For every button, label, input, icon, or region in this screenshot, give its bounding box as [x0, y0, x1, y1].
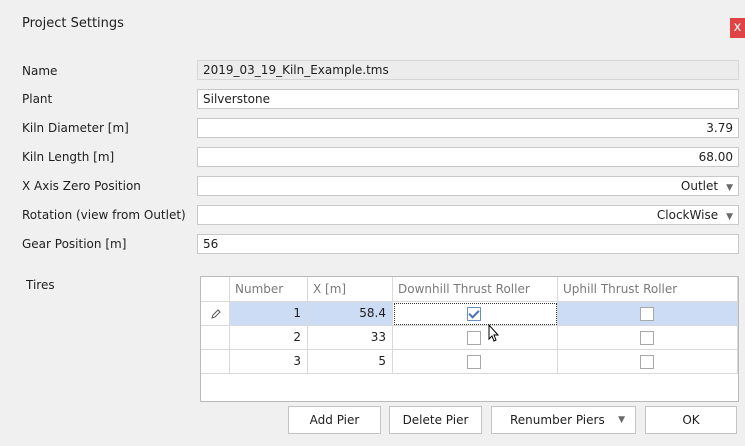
- add-pier-button[interactable]: Add Pier: [288, 406, 381, 434]
- column-header-number[interactable]: Number: [230, 277, 308, 302]
- table-row-2-downhill-cell[interactable]: [393, 326, 558, 350]
- column-header-downhill[interactable]: Downhill Thrust Roller: [393, 277, 558, 302]
- close-button[interactable]: x: [730, 18, 745, 38]
- table-row-3-uphill-cell[interactable]: [558, 350, 738, 374]
- table-row-2-uphill-cell[interactable]: [558, 326, 738, 350]
- uphill-checkbox[interactable]: [640, 307, 654, 321]
- x-axis-zero-value: Outlet: [680, 179, 719, 193]
- downhill-checkbox[interactable]: [467, 355, 481, 369]
- table-row-1-x[interactable]: 58.4: [308, 302, 393, 326]
- x-axis-zero-label: X Axis Zero Position: [22, 179, 141, 193]
- name-field: 2019_03_19_Kiln_Example.tms: [197, 60, 739, 80]
- column-header-x[interactable]: X [m]: [308, 277, 393, 302]
- row-indicator-header: [201, 277, 230, 302]
- table-row-1-downhill-cell[interactable]: [393, 302, 558, 326]
- renumber-piers-button[interactable]: Renumber Piers ▼: [491, 406, 636, 434]
- rotation-value: ClockWise: [656, 208, 719, 222]
- delete-pier-button[interactable]: Delete Pier: [389, 406, 482, 434]
- renumber-piers-label: Renumber Piers: [510, 413, 605, 427]
- row-indicator[interactable]: [201, 350, 230, 374]
- kiln-length-input[interactable]: 68.00: [197, 147, 739, 167]
- table-row-3-number[interactable]: 3: [230, 350, 308, 374]
- table-row-2-number[interactable]: 2: [230, 326, 308, 350]
- mouse-cursor-icon: [488, 324, 500, 342]
- project-settings-dialog: Project Settings x Name 2019_03_19_Kiln_…: [0, 0, 745, 446]
- edit-pencil-icon: [211, 309, 221, 319]
- kiln-diameter-label: Kiln Diameter [m]: [22, 121, 129, 135]
- chevron-down-icon[interactable]: ▼: [618, 407, 625, 433]
- row-indicator[interactable]: [201, 302, 230, 326]
- kiln-diameter-input[interactable]: 3.79: [197, 118, 739, 138]
- uphill-checkbox[interactable]: [640, 331, 654, 345]
- close-icon: x: [733, 20, 742, 35]
- table-row-3-x[interactable]: 5: [308, 350, 393, 374]
- tires-grid: Number X [m] Downhill Thrust Roller Uphi…: [200, 276, 739, 402]
- dropdown-caret-icon[interactable]: ▼: [726, 179, 733, 197]
- dialog-title: Project Settings: [22, 16, 124, 31]
- downhill-checkbox[interactable]: [467, 331, 481, 345]
- uphill-checkbox[interactable]: [640, 355, 654, 369]
- tires-label: Tires: [26, 278, 55, 292]
- name-label: Name: [22, 64, 58, 78]
- checkmark-icon[interactable]: [467, 307, 481, 321]
- table-row-1-uphill-cell[interactable]: [558, 302, 738, 326]
- kiln-length-label: Kiln Length [m]: [22, 150, 115, 164]
- rotation-select[interactable]: ClockWise ▼: [197, 205, 739, 225]
- title-bar: Project Settings x: [0, 0, 745, 48]
- table-row-3-downhill-cell[interactable]: [393, 350, 558, 374]
- rotation-label: Rotation (view from Outlet): [22, 208, 186, 222]
- table-row-1-number[interactable]: 1: [230, 302, 308, 326]
- plant-label: Plant: [22, 92, 53, 106]
- gear-position-input[interactable]: 56: [197, 234, 739, 254]
- table-row-2-x[interactable]: 33: [308, 326, 393, 350]
- dropdown-caret-icon[interactable]: ▼: [726, 208, 733, 226]
- plant-input[interactable]: Silverstone: [197, 89, 739, 109]
- gear-position-label: Gear Position [m]: [22, 237, 127, 251]
- x-axis-zero-select[interactable]: Outlet ▼: [197, 176, 739, 196]
- column-header-uphill[interactable]: Uphill Thrust Roller: [558, 277, 738, 302]
- row-indicator[interactable]: [201, 326, 230, 350]
- ok-button[interactable]: OK: [645, 406, 737, 434]
